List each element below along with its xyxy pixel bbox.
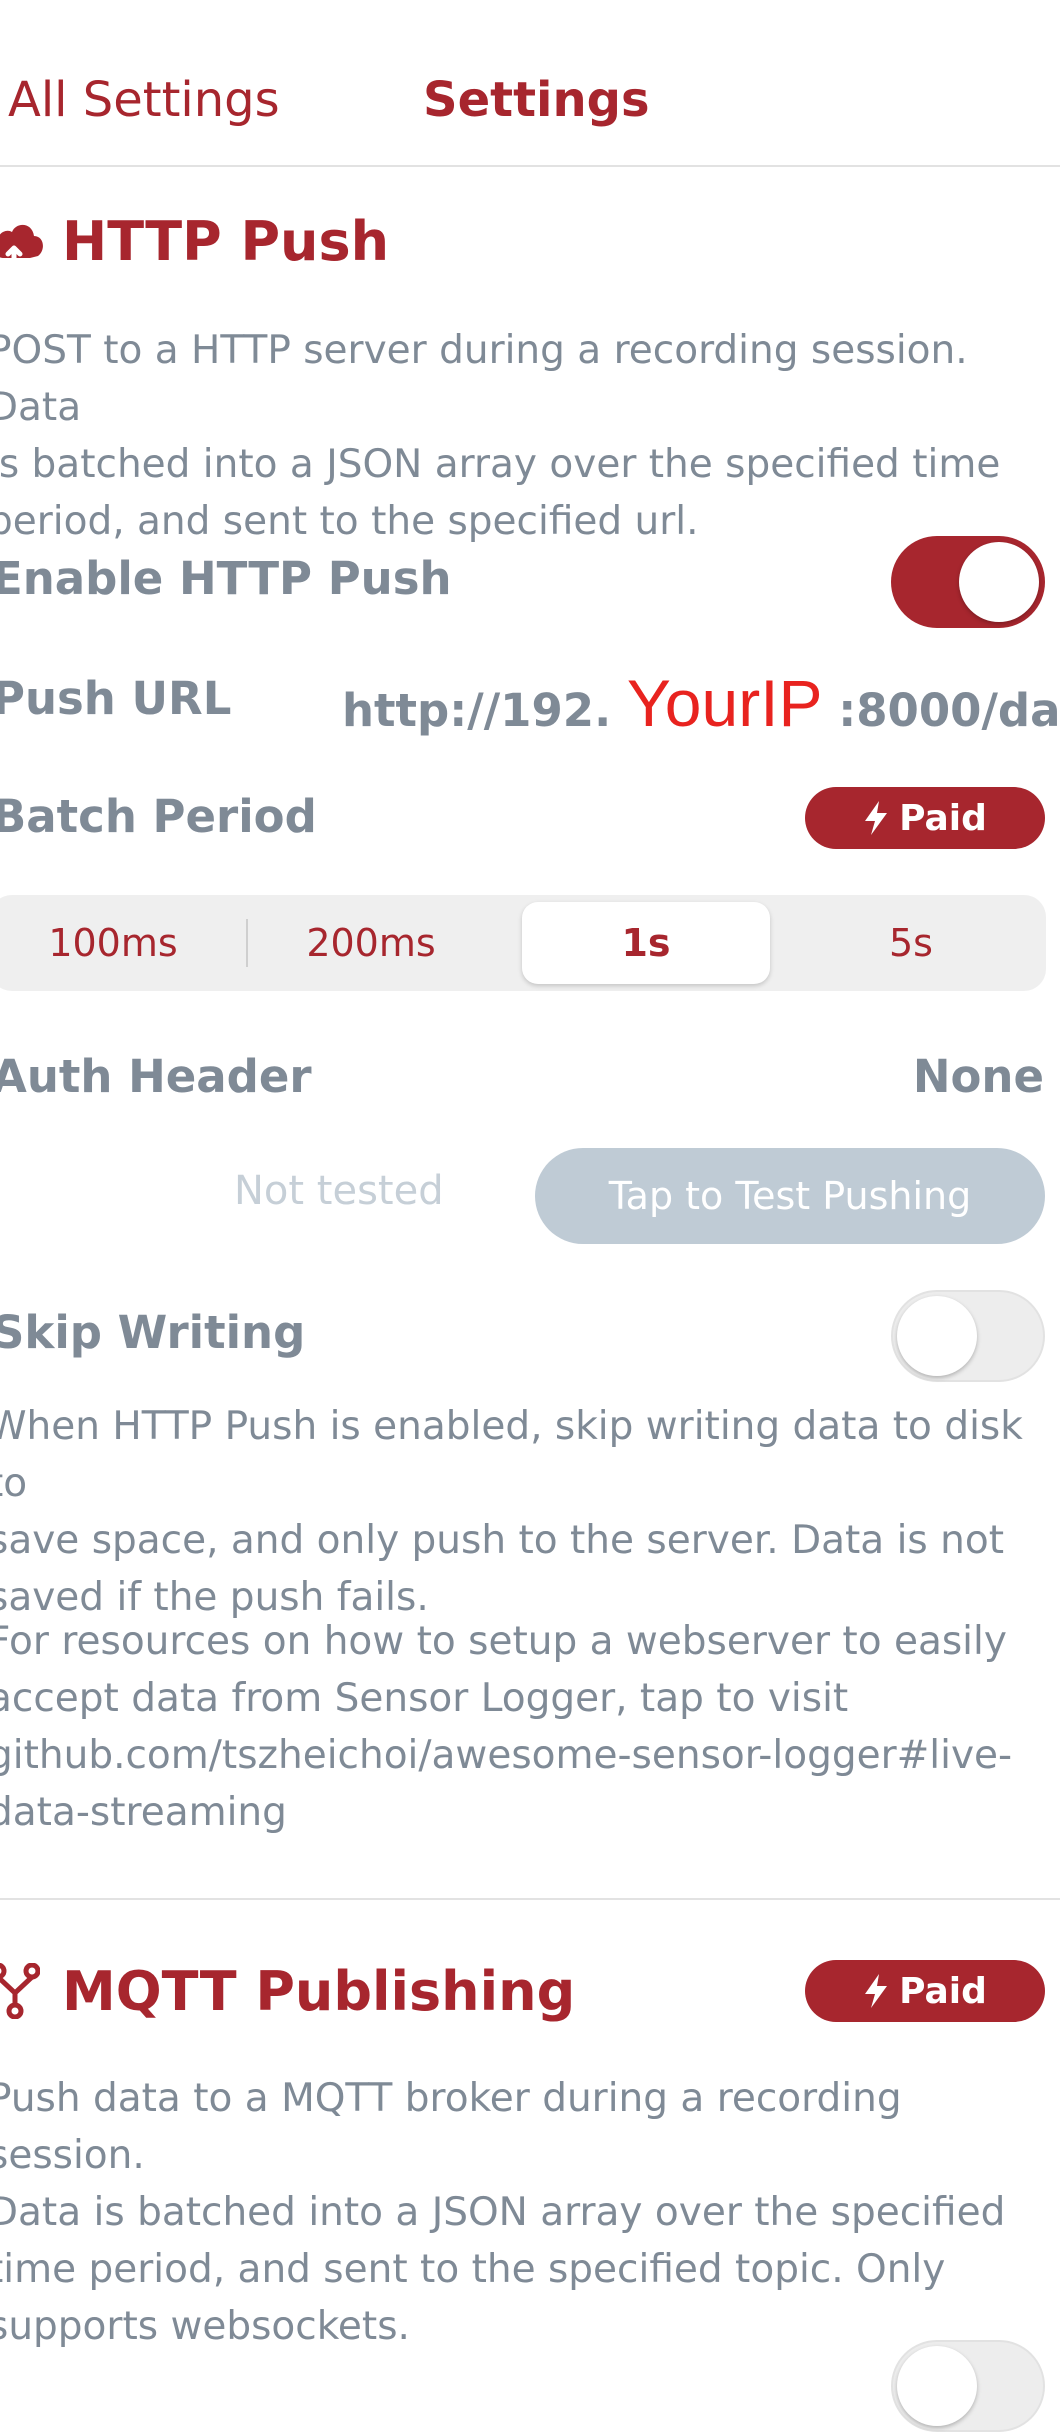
paid-badge[interactable]: Paid — [805, 787, 1045, 849]
section-divider — [0, 1898, 1060, 1900]
paid-badge-label: Paid — [899, 1970, 987, 2012]
push-url-prefix: http://192. — [342, 684, 612, 737]
enable-http-push-toggle[interactable] — [891, 536, 1045, 628]
back-all-settings-link[interactable]: All Settings — [8, 72, 280, 128]
http-push-title: HTTP Push — [62, 210, 390, 273]
lightning-icon — [865, 801, 888, 835]
resources-link-text[interactable]: For resources on how to setup a webserve… — [0, 1613, 1040, 1841]
your-ip-annotation: YourIP — [626, 666, 823, 740]
push-url-suffix: :8000/data — [838, 684, 1060, 737]
test-pushing-button[interactable]: Tap to Test Pushing — [535, 1148, 1045, 1244]
push-url-value[interactable]: http://192. YourIP :8000/data — [342, 665, 1060, 741]
auth-header-value[interactable]: None — [913, 1050, 1044, 1103]
description-line: is batched into a JSON array over the sp… — [0, 442, 1001, 487]
mqtt-description: Push data to a MQTT broker during a reco… — [0, 2070, 1040, 2355]
segment-200ms[interactable]: 200ms — [248, 895, 494, 991]
description-line: When HTTP Push is enabled, skip writing … — [0, 1404, 1023, 1506]
skip-writing-description: When HTTP Push is enabled, skip writing … — [0, 1398, 1040, 1626]
description-line: time period, and sent to the specified t… — [0, 2247, 946, 2292]
batch-period-segmented-control: 100ms 200ms 1s 5s — [0, 895, 1046, 991]
description-line: save space, and only push to the server.… — [0, 1518, 1005, 1563]
test-status-text: Not tested — [234, 1168, 444, 1214]
skip-writing-toggle[interactable] — [891, 1290, 1045, 1382]
paid-badge-label: Paid — [899, 797, 987, 839]
description-line: supports websockets. — [0, 2304, 410, 2349]
description-line: POST to a HTTP server during a recording… — [0, 328, 968, 430]
description-line: Push data to a MQTT broker during a reco… — [0, 2076, 902, 2178]
cloud-upload-icon — [0, 214, 46, 270]
auth-header-label: Auth Header — [0, 1050, 312, 1103]
segment-100ms[interactable]: 100ms — [0, 895, 236, 991]
lightning-icon — [865, 1974, 888, 2008]
description-line: accept data from Sensor Logger, tap to v… — [0, 1676, 849, 1721]
fork-icon — [0, 1962, 41, 2020]
mqtt-enable-toggle[interactable] — [891, 2340, 1045, 2432]
mqtt-title: MQTT Publishing — [62, 1960, 576, 2023]
description-line: Data is batched into a JSON array over t… — [0, 2190, 1006, 2235]
description-line: data-streaming — [0, 1790, 287, 1835]
skip-writing-label: Skip Writing — [0, 1306, 306, 1359]
toggle-knob — [897, 1296, 977, 1376]
batch-period-label: Batch Period — [0, 790, 317, 843]
segment-1s[interactable]: 1s — [522, 902, 770, 984]
segment-5s[interactable]: 5s — [786, 895, 1036, 991]
page-title: Settings — [423, 72, 650, 128]
header-divider — [0, 165, 1060, 167]
description-line: period, and sent to the specified url. — [0, 499, 699, 544]
push-url-label: Push URL — [0, 672, 232, 725]
toggle-knob — [959, 542, 1039, 622]
description-line: github.com/tszheichoi/awesome-sensor-log… — [0, 1733, 1013, 1778]
mqtt-paid-badge[interactable]: Paid — [805, 1960, 1045, 2022]
description-line: For resources on how to setup a webserve… — [0, 1619, 1007, 1664]
http-push-description: POST to a HTTP server during a recording… — [0, 322, 1040, 550]
enable-http-push-label: Enable HTTP Push — [0, 552, 452, 605]
toggle-knob — [897, 2346, 977, 2426]
